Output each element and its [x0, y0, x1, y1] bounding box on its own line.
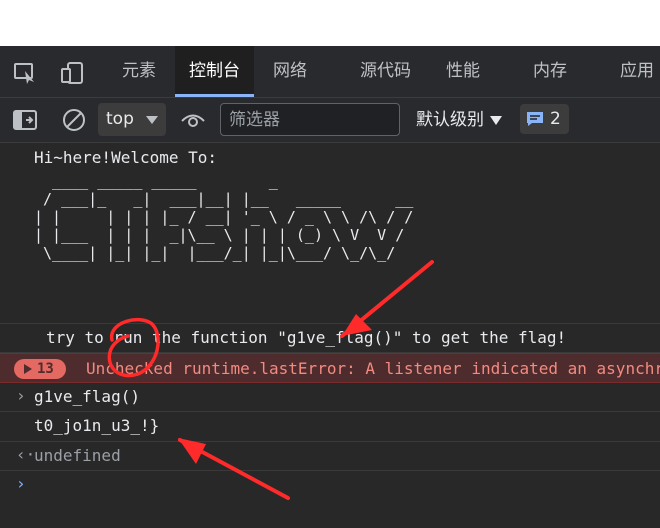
- return-chevron-icon: ‹·: [16, 445, 36, 464]
- messages-counter-button[interactable]: 2: [520, 104, 569, 134]
- message-count: 2: [550, 109, 561, 129]
- expand-triangle-icon: [24, 364, 32, 374]
- console-prompt[interactable]: ›: [0, 471, 660, 501]
- inspect-element-icon[interactable]: [12, 60, 38, 86]
- filter-input[interactable]: [220, 103, 400, 136]
- log-levels-label: 默认级别: [416, 110, 484, 130]
- input-chevron-icon: ›: [16, 386, 26, 405]
- tab-elements[interactable]: 元素: [122, 46, 156, 97]
- tab-memory[interactable]: 内存: [533, 46, 567, 97]
- context-select-value: top: [106, 109, 134, 129]
- hint-text: try to run the function "g1ve_flag()" to…: [46, 328, 567, 347]
- console-log-message: t0_jo1n_u3_!}: [0, 412, 660, 442]
- tab-application[interactable]: 应用: [620, 46, 654, 97]
- console-input-entry: › g1ve_flag(): [0, 383, 660, 412]
- error-count: 13: [37, 361, 54, 377]
- error-text: Unchecked runtime.lastError: A listener …: [86, 359, 660, 378]
- prompt-chevron-icon: ›: [16, 474, 26, 493]
- message-bubble-icon: [527, 112, 543, 126]
- greeting-text: Hi~here!Welcome To:: [34, 148, 218, 167]
- sidebar-toggle-icon[interactable]: [12, 107, 38, 133]
- console-return-value: ‹· undefined: [0, 442, 660, 471]
- tab-performance[interactable]: 性能: [446, 46, 480, 97]
- live-expression-eye-icon[interactable]: [180, 107, 206, 133]
- console-error-message[interactable]: 13 Unchecked runtime.lastError: A listen…: [0, 353, 660, 383]
- tab-network[interactable]: 网络: [273, 46, 307, 97]
- browser-top-area: [0, 0, 660, 46]
- console-log-message: Hi~here!Welcome To: ____ _____ _____ _ /…: [0, 143, 660, 324]
- return-value: undefined: [34, 446, 121, 465]
- tab-sources[interactable]: 源代码: [360, 46, 411, 97]
- flag-output-text: t0_jo1n_u3_!}: [34, 416, 160, 435]
- device-toggle-icon[interactable]: [60, 60, 86, 86]
- chevron-down-icon: [146, 116, 158, 124]
- log-levels-dropdown[interactable]: 默认级别: [416, 98, 502, 142]
- console-output: Hi~here!Welcome To: ____ _____ _____ _ /…: [0, 143, 660, 528]
- error-count-badge[interactable]: 13: [14, 359, 66, 379]
- ascii-art-banner: ____ _____ _____ _ / ___|_ _| ___|__| |_…: [34, 172, 414, 262]
- console-toolbar: top 默认级别 2: [0, 98, 660, 143]
- tab-console[interactable]: 控制台: [175, 46, 254, 97]
- console-log-message: try to run the function "g1ve_flag()" to…: [0, 324, 660, 353]
- context-select[interactable]: top: [98, 103, 166, 136]
- devtools-panel: 元素 控制台 网络 源代码 性能 内存 应用 top 默认级别: [0, 46, 660, 528]
- caret-down-icon: [490, 115, 502, 125]
- clear-console-icon[interactable]: [61, 107, 87, 133]
- devtools-tab-bar: 元素 控制台 网络 源代码 性能 内存 应用: [0, 46, 660, 98]
- input-command: g1ve_flag(): [34, 387, 140, 406]
